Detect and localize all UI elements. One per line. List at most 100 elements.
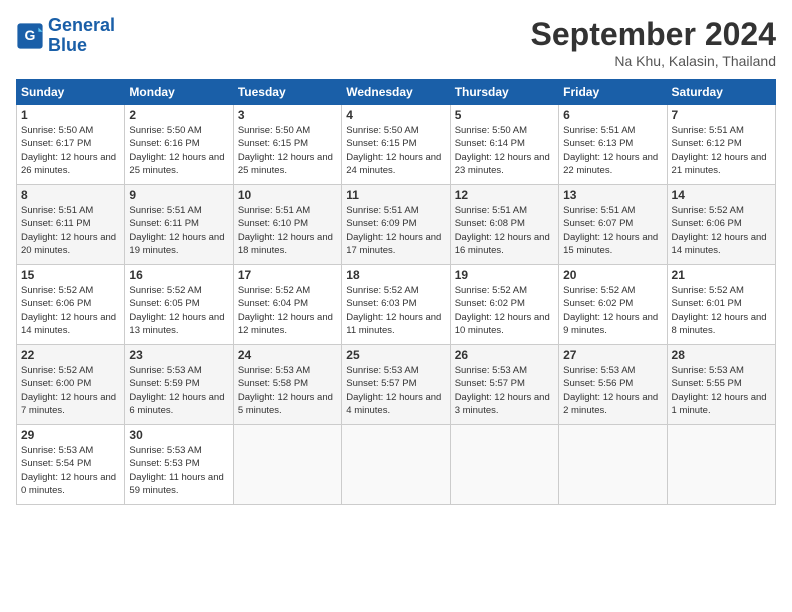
day-info: Sunrise: 5:52 AMSunset: 6:02 PMDaylight:… [563, 284, 662, 337]
calendar-cell: 5 Sunrise: 5:50 AMSunset: 6:14 PMDayligh… [450, 105, 558, 185]
logo-line2: Blue [48, 35, 87, 55]
day-number: 30 [129, 428, 228, 442]
day-number: 1 [21, 108, 120, 122]
calendar-cell: 7 Sunrise: 5:51 AMSunset: 6:12 PMDayligh… [667, 105, 775, 185]
calendar-cell: 8 Sunrise: 5:51 AMSunset: 6:11 PMDayligh… [17, 185, 125, 265]
day-info: Sunrise: 5:50 AMSunset: 6:16 PMDaylight:… [129, 124, 228, 177]
calendar-cell: 12 Sunrise: 5:51 AMSunset: 6:08 PMDaylig… [450, 185, 558, 265]
day-info: Sunrise: 5:51 AMSunset: 6:11 PMDaylight:… [129, 204, 228, 257]
day-info: Sunrise: 5:52 AMSunset: 6:04 PMDaylight:… [238, 284, 337, 337]
calendar-week-1: 1 Sunrise: 5:50 AMSunset: 6:17 PMDayligh… [17, 105, 776, 185]
day-info: Sunrise: 5:50 AMSunset: 6:17 PMDaylight:… [21, 124, 120, 177]
calendar-cell: 6 Sunrise: 5:51 AMSunset: 6:13 PMDayligh… [559, 105, 667, 185]
calendar-cell: 3 Sunrise: 5:50 AMSunset: 6:15 PMDayligh… [233, 105, 341, 185]
calendar-cell: 14 Sunrise: 5:52 AMSunset: 6:06 PMDaylig… [667, 185, 775, 265]
day-number: 24 [238, 348, 337, 362]
calendar-cell [233, 425, 341, 505]
day-info: Sunrise: 5:52 AMSunset: 6:01 PMDaylight:… [672, 284, 771, 337]
day-info: Sunrise: 5:51 AMSunset: 6:07 PMDaylight:… [563, 204, 662, 257]
day-info: Sunrise: 5:51 AMSunset: 6:08 PMDaylight:… [455, 204, 554, 257]
calendar-cell [450, 425, 558, 505]
day-info: Sunrise: 5:53 AMSunset: 5:59 PMDaylight:… [129, 364, 228, 417]
day-number: 13 [563, 188, 662, 202]
day-number: 9 [129, 188, 228, 202]
day-header-wednesday: Wednesday [342, 80, 450, 105]
day-number: 8 [21, 188, 120, 202]
svg-text:G: G [25, 27, 36, 43]
day-number: 11 [346, 188, 445, 202]
day-info: Sunrise: 5:53 AMSunset: 5:58 PMDaylight:… [238, 364, 337, 417]
calendar-header-row: SundayMondayTuesdayWednesdayThursdayFrid… [17, 80, 776, 105]
calendar-cell: 11 Sunrise: 5:51 AMSunset: 6:09 PMDaylig… [342, 185, 450, 265]
day-number: 23 [129, 348, 228, 362]
day-number: 7 [672, 108, 771, 122]
calendar-cell: 23 Sunrise: 5:53 AMSunset: 5:59 PMDaylig… [125, 345, 233, 425]
day-info: Sunrise: 5:51 AMSunset: 6:11 PMDaylight:… [21, 204, 120, 257]
calendar-cell: 17 Sunrise: 5:52 AMSunset: 6:04 PMDaylig… [233, 265, 341, 345]
day-info: Sunrise: 5:52 AMSunset: 6:06 PMDaylight:… [21, 284, 120, 337]
calendar-cell: 22 Sunrise: 5:52 AMSunset: 6:00 PMDaylig… [17, 345, 125, 425]
calendar-cell: 29 Sunrise: 5:53 AMSunset: 5:54 PMDaylig… [17, 425, 125, 505]
day-number: 4 [346, 108, 445, 122]
calendar-cell: 20 Sunrise: 5:52 AMSunset: 6:02 PMDaylig… [559, 265, 667, 345]
day-number: 12 [455, 188, 554, 202]
day-header-thursday: Thursday [450, 80, 558, 105]
location-title: Na Khu, Kalasin, Thailand [531, 53, 776, 69]
day-info: Sunrise: 5:53 AMSunset: 5:53 PMDaylight:… [129, 444, 228, 497]
calendar-cell: 16 Sunrise: 5:52 AMSunset: 6:05 PMDaylig… [125, 265, 233, 345]
day-header-sunday: Sunday [17, 80, 125, 105]
calendar-week-2: 8 Sunrise: 5:51 AMSunset: 6:11 PMDayligh… [17, 185, 776, 265]
day-info: Sunrise: 5:52 AMSunset: 6:05 PMDaylight:… [129, 284, 228, 337]
logo-icon: G [16, 22, 44, 50]
calendar-week-3: 15 Sunrise: 5:52 AMSunset: 6:06 PMDaylig… [17, 265, 776, 345]
calendar-cell: 10 Sunrise: 5:51 AMSunset: 6:10 PMDaylig… [233, 185, 341, 265]
calendar-cell: 21 Sunrise: 5:52 AMSunset: 6:01 PMDaylig… [667, 265, 775, 345]
day-info: Sunrise: 5:52 AMSunset: 6:03 PMDaylight:… [346, 284, 445, 337]
day-info: Sunrise: 5:51 AMSunset: 6:09 PMDaylight:… [346, 204, 445, 257]
day-info: Sunrise: 5:52 AMSunset: 6:06 PMDaylight:… [672, 204, 771, 257]
calendar-cell: 19 Sunrise: 5:52 AMSunset: 6:02 PMDaylig… [450, 265, 558, 345]
calendar-cell: 25 Sunrise: 5:53 AMSunset: 5:57 PMDaylig… [342, 345, 450, 425]
day-number: 20 [563, 268, 662, 282]
day-number: 5 [455, 108, 554, 122]
day-header-friday: Friday [559, 80, 667, 105]
day-info: Sunrise: 5:50 AMSunset: 6:15 PMDaylight:… [238, 124, 337, 177]
day-number: 16 [129, 268, 228, 282]
calendar-cell: 18 Sunrise: 5:52 AMSunset: 6:03 PMDaylig… [342, 265, 450, 345]
day-number: 17 [238, 268, 337, 282]
day-number: 21 [672, 268, 771, 282]
calendar-cell: 4 Sunrise: 5:50 AMSunset: 6:15 PMDayligh… [342, 105, 450, 185]
calendar-cell: 1 Sunrise: 5:50 AMSunset: 6:17 PMDayligh… [17, 105, 125, 185]
day-number: 15 [21, 268, 120, 282]
day-info: Sunrise: 5:53 AMSunset: 5:57 PMDaylight:… [455, 364, 554, 417]
day-header-saturday: Saturday [667, 80, 775, 105]
calendar-cell: 15 Sunrise: 5:52 AMSunset: 6:06 PMDaylig… [17, 265, 125, 345]
day-number: 3 [238, 108, 337, 122]
day-info: Sunrise: 5:51 AMSunset: 6:10 PMDaylight:… [238, 204, 337, 257]
calendar-cell: 26 Sunrise: 5:53 AMSunset: 5:57 PMDaylig… [450, 345, 558, 425]
day-info: Sunrise: 5:52 AMSunset: 6:00 PMDaylight:… [21, 364, 120, 417]
month-title: September 2024 [531, 16, 776, 53]
day-number: 10 [238, 188, 337, 202]
calendar-cell [559, 425, 667, 505]
title-area: September 2024 Na Khu, Kalasin, Thailand [531, 16, 776, 69]
day-number: 29 [21, 428, 120, 442]
day-number: 28 [672, 348, 771, 362]
day-number: 6 [563, 108, 662, 122]
calendar-cell [342, 425, 450, 505]
day-header-monday: Monday [125, 80, 233, 105]
day-header-tuesday: Tuesday [233, 80, 341, 105]
calendar-cell: 2 Sunrise: 5:50 AMSunset: 6:16 PMDayligh… [125, 105, 233, 185]
day-info: Sunrise: 5:50 AMSunset: 6:14 PMDaylight:… [455, 124, 554, 177]
day-number: 18 [346, 268, 445, 282]
day-number: 26 [455, 348, 554, 362]
header: G General Blue September 2024 Na Khu, Ka… [16, 16, 776, 69]
calendar-week-5: 29 Sunrise: 5:53 AMSunset: 5:54 PMDaylig… [17, 425, 776, 505]
day-info: Sunrise: 5:50 AMSunset: 6:15 PMDaylight:… [346, 124, 445, 177]
logo-line1: General [48, 15, 115, 35]
day-number: 2 [129, 108, 228, 122]
day-number: 25 [346, 348, 445, 362]
day-number: 19 [455, 268, 554, 282]
calendar-cell [667, 425, 775, 505]
calendar-week-4: 22 Sunrise: 5:52 AMSunset: 6:00 PMDaylig… [17, 345, 776, 425]
